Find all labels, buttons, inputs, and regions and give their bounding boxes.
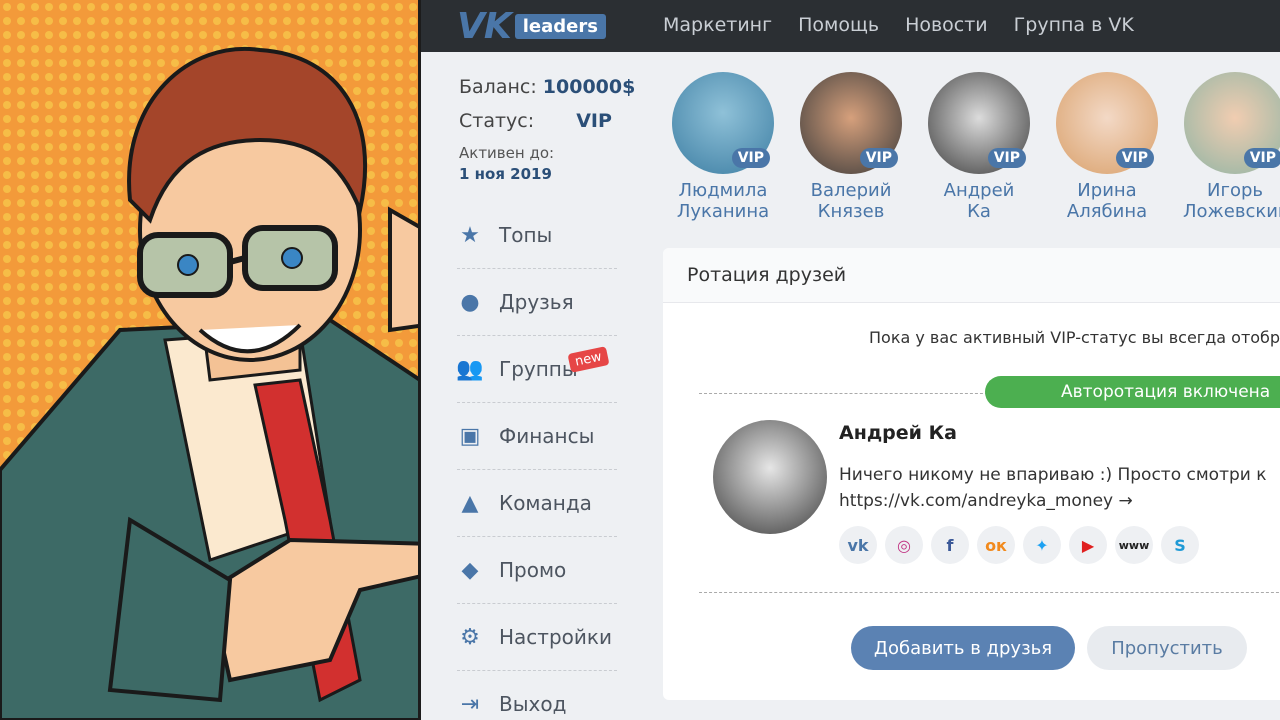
vip-badge: VIP — [859, 148, 898, 168]
friend-first-name: Ирина — [1077, 180, 1137, 201]
www-icon[interactable]: www — [1115, 526, 1153, 564]
user-description: Ничего никому не впариваю :) Просто смот… — [839, 462, 1267, 514]
star-icon: ★ — [460, 222, 480, 248]
vip-friend[interactable]: VIP Ирина Алябина — [1055, 72, 1159, 222]
avatar: VIP — [672, 72, 774, 174]
friend-last-name: Луканина — [676, 201, 770, 222]
status: Статус: VIP — [459, 110, 612, 132]
sidebar-item-label: Друзья — [499, 290, 574, 314]
friend-first-name: Андрей — [943, 180, 1015, 201]
youtube-icon[interactable]: ▶ — [1069, 526, 1107, 564]
nav-vk-group[interactable]: Группа в VK — [1014, 14, 1134, 36]
sidebar-item-tops[interactable]: ★ Топы — [457, 202, 617, 269]
top-nav: Маркетинг Помощь Новости Группа в VK — [663, 14, 1134, 36]
friend-last-name: Князев — [817, 201, 885, 222]
avatar: VIP — [1056, 72, 1158, 174]
vk-icon[interactable]: vk — [839, 526, 877, 564]
sidebar-item-label: Группы — [499, 357, 578, 381]
logo-badge: leaders — [514, 14, 606, 39]
vip-badge: VIP — [987, 148, 1026, 168]
balance-label: Баланс: — [459, 76, 537, 98]
user-avatar — [713, 420, 827, 534]
vip-badge: VIP — [1115, 148, 1154, 168]
friend-last-name: Ка — [967, 201, 991, 222]
user-name[interactable]: Андрей Ка — [839, 422, 957, 444]
sidebar-item-label: Настройки — [499, 625, 612, 649]
balance: Баланс: 100000$ — [459, 76, 635, 98]
user-link[interactable]: https://vk.com/andreyka_money → — [839, 491, 1133, 511]
nav-marketing[interactable]: Маркетинг — [663, 14, 772, 36]
card-title: Ротация друзей — [663, 248, 1280, 303]
friend-first-name: Игорь — [1207, 180, 1263, 201]
exit-icon: ⇥ — [460, 691, 480, 717]
sidebar-item-finances[interactable]: ▣ Финансы — [457, 403, 617, 470]
app-window: VK leaders Маркетинг Помощь Новости Груп… — [418, 0, 1280, 720]
sidebar-item-team[interactable]: ▲ Команда — [457, 470, 617, 537]
status-value: VIP — [576, 110, 612, 132]
sidebar-menu: ★ Топы ● Друзья 👥 Группы new ▣ Финансы ▲… — [456, 202, 617, 720]
promo-illustration — [0, 0, 420, 720]
user-icon: ● — [460, 289, 480, 315]
sidebar-item-settings[interactable]: ⚙ Настройки — [457, 604, 617, 671]
sidebar-item-label: Промо — [499, 558, 567, 582]
vip-notice: Пока у вас активный VIP-статус вы всегда… — [869, 328, 1280, 347]
add-friend-button[interactable]: Добавить в друзья — [851, 626, 1075, 670]
friend-last-name: Ложевский — [1183, 201, 1280, 222]
sidebar-item-label: Выход — [499, 692, 567, 716]
sidebar-item-friends[interactable]: ● Друзья — [457, 269, 617, 336]
friend-first-name: Людмила — [678, 180, 768, 201]
vip-friends-row: VIP Людмила Луканина VIP Валерий Князев VI… — [671, 72, 1280, 222]
logo[interactable]: VK leaders — [457, 6, 606, 47]
vip-friend[interactable]: VIP Людмила Луканина — [671, 72, 775, 222]
new-badge: new — [567, 346, 610, 373]
sidebar-item-label: Финансы — [499, 424, 595, 448]
avatar: VIP — [928, 72, 1030, 174]
balance-value: 100000$ — [542, 76, 636, 98]
vip-badge: VIP — [731, 148, 770, 168]
active-until-value: 1 ноя 2019 — [459, 165, 552, 183]
team-icon: ▲ — [461, 490, 479, 516]
promo-icon: ◆ — [461, 557, 479, 583]
gear-icon: ⚙ — [460, 624, 480, 650]
vip-friend[interactable]: VIP Игорь Ложевский — [1183, 72, 1280, 222]
social-links: vk ◎ f ок ✦ ▶ www S — [839, 526, 1199, 564]
autorotation-toggle[interactable]: Авторотация включена — [985, 376, 1280, 408]
status-label: Статус: — [459, 110, 535, 132]
sidebar-item-promo[interactable]: ◆ Промо — [457, 537, 617, 604]
divider — [699, 592, 1280, 593]
odnoklassniki-icon[interactable]: ок — [977, 526, 1015, 564]
logo-vk: VK — [457, 6, 512, 47]
twitter-icon[interactable]: ✦ — [1023, 526, 1061, 564]
avatar: VIP — [1184, 72, 1280, 174]
active-until-label: Активен до: — [459, 144, 555, 162]
friend-first-name: Валерий — [810, 180, 892, 201]
skip-button[interactable]: Пропустить — [1087, 626, 1247, 670]
sidebar-item-label: Команда — [499, 491, 592, 515]
sidebar-item-exit[interactable]: ⇥ Выход — [457, 671, 617, 720]
vip-friend[interactable]: VIP Андрей Ка — [927, 72, 1031, 222]
instagram-icon[interactable]: ◎ — [885, 526, 923, 564]
nav-news[interactable]: Новости — [905, 14, 988, 36]
vip-friend[interactable]: VIP Валерий Князев — [799, 72, 903, 222]
avatar: VIP — [800, 72, 902, 174]
nav-help[interactable]: Помощь — [798, 14, 879, 36]
group-icon: 👥 — [456, 356, 484, 382]
friend-rotation-card: Ротация друзей Пока у вас активный VIP-с… — [663, 248, 1280, 700]
skype-icon[interactable]: S — [1161, 526, 1199, 564]
friend-last-name: Алябина — [1066, 201, 1148, 222]
sidebar-item-groups[interactable]: 👥 Группы new — [456, 336, 617, 403]
wallet-icon: ▣ — [459, 423, 481, 449]
facebook-icon[interactable]: f — [931, 526, 969, 564]
top-bar: VK leaders Маркетинг Помощь Новости Груп… — [421, 0, 1280, 52]
sidebar: Баланс: 100000$ Статус: VIP Активен до: … — [421, 52, 651, 720]
vip-badge: VIP — [1243, 148, 1280, 168]
sidebar-item-label: Топы — [499, 223, 553, 247]
user-desc-line1: Ничего никому не впариваю :) Просто смот… — [839, 465, 1267, 485]
